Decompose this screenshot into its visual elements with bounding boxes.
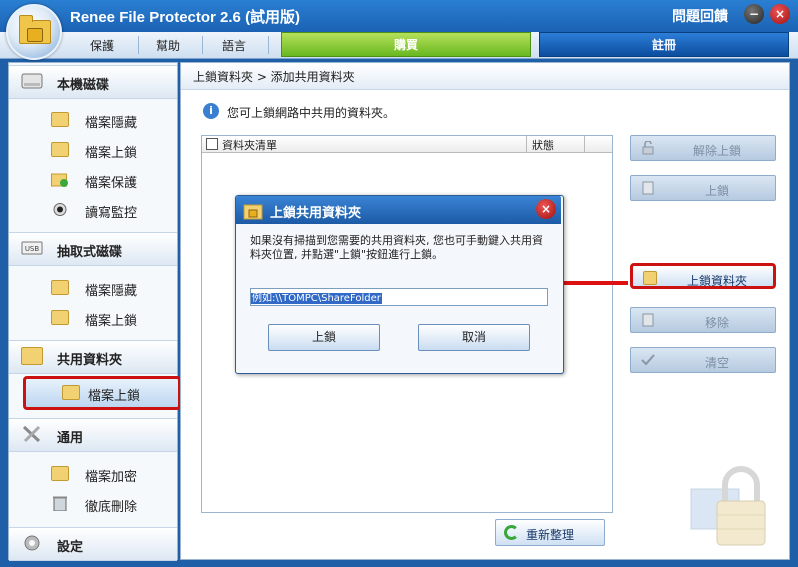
lock-button[interactable]: 上鎖 (630, 175, 776, 201)
hard-disk-icon (21, 73, 43, 89)
sidebar-item-local-lock[interactable]: 檔案上鎖 (49, 139, 177, 161)
dialog-lock-button[interactable]: 上鎖 (268, 324, 380, 351)
folder-lock-icon (51, 310, 69, 325)
folder-hide-icon (51, 112, 69, 127)
sidebar-item-shared-lock[interactable]: 檔案上鎖 (23, 376, 181, 410)
dialog-cancel-button[interactable]: 取消 (418, 324, 530, 351)
section-settings[interactable]: 設定 (9, 527, 177, 561)
menu-help[interactable]: 幫助 (156, 37, 180, 54)
lock-folder-button[interactable]: 上鎖資料夾 (630, 263, 776, 289)
folder-lock-icon (243, 204, 263, 220)
dialog-message: 如果沒有掃描到您需要的共用資料夾, 您也可手動鍵入共用資料夾位置, 并點選"上鎖… (250, 234, 543, 261)
folder-encrypt-icon (51, 466, 69, 481)
register-button[interactable]: 註冊 (539, 32, 789, 57)
clear-button[interactable]: 清空 (630, 347, 776, 373)
folder-hide-icon (51, 280, 69, 295)
refresh-button[interactable]: 重新整理 (495, 519, 605, 546)
section-shared-folder[interactable]: 共用資料夾 (9, 340, 177, 374)
remove-button[interactable]: 移除 (630, 307, 776, 333)
folder-protect-icon (51, 173, 68, 187)
buy-button[interactable]: 購買 (281, 32, 531, 57)
info-icon: i (203, 103, 219, 119)
menu-language[interactable]: 語言 (222, 37, 246, 54)
app-logo-icon (6, 4, 62, 60)
sidebar-item-shred[interactable]: 徹底刪除 (49, 493, 177, 515)
dialog-close-button[interactable]: × (536, 199, 556, 219)
sidebar-item-local-monitor[interactable]: 讀寫監控 (49, 199, 177, 221)
feedback-link[interactable]: 問題回饋 (672, 6, 728, 26)
monitor-icon (53, 203, 67, 216)
shared-folder-path-input[interactable]: 例如:\\TOMPC\ShareFolder (250, 288, 548, 306)
svg-text:USB: USB (25, 245, 40, 253)
sidebar-item-local-hide[interactable]: 檔案隱藏 (49, 109, 177, 131)
folder-lock-icon (51, 142, 69, 157)
section-general[interactable]: 通用 (9, 418, 177, 452)
lock-watermark-icon (690, 466, 766, 546)
refresh-icon (504, 525, 519, 540)
select-all-checkbox[interactable] (206, 138, 218, 150)
shared-folder-icon (21, 347, 43, 365)
minimize-button[interactable]: − (744, 4, 764, 24)
dialog-title: 上鎖共用資料夾 (270, 206, 362, 221)
sidebar-item-encrypt[interactable]: 檔案加密 (49, 463, 177, 485)
column-folder-list[interactable]: 資料夾清單 (222, 137, 277, 153)
close-button[interactable]: × (770, 4, 790, 24)
info-text: 您可上鎖網路中共用的資料夾。 (227, 106, 396, 120)
trash-icon (53, 496, 67, 511)
section-removable-disk[interactable]: USB 抽取式磁碟 (9, 232, 177, 266)
usb-icon: USB (21, 241, 43, 255)
column-status[interactable]: 狀態 (532, 137, 554, 153)
lock-shared-folder-dialog: 上鎖共用資料夾 × 如果沒有掃描到您需要的共用資料夾, 您也可手動鍵入共用資料夾… (235, 195, 564, 374)
sidebar: 本機磁碟 檔案隱藏 檔案上鎖 檔案保護 讀寫監控 USB 抽取式磁碟 檔案隱藏 … (8, 62, 181, 561)
section-local-disk[interactable]: 本機磁碟 (9, 65, 177, 99)
folder-lock-icon (62, 385, 80, 400)
gear-icon (24, 535, 40, 551)
tools-icon (22, 425, 41, 443)
dialog-title-bar: 上鎖共用資料夾 × (236, 196, 561, 224)
sidebar-item-removable-lock[interactable]: 檔案上鎖 (49, 307, 177, 329)
sidebar-item-removable-hide[interactable]: 檔案隱藏 (49, 277, 177, 299)
app-title: Renee File Protector 2.6 (試用版) (70, 9, 301, 26)
breadcrumb: 上鎖資料夾 > 添加共用資料夾 (193, 70, 355, 84)
menu-protect[interactable]: 保護 (90, 37, 114, 54)
sidebar-item-local-protect[interactable]: 檔案保護 (49, 169, 177, 191)
unlock-button[interactable]: 解除上鎖 (630, 135, 776, 161)
